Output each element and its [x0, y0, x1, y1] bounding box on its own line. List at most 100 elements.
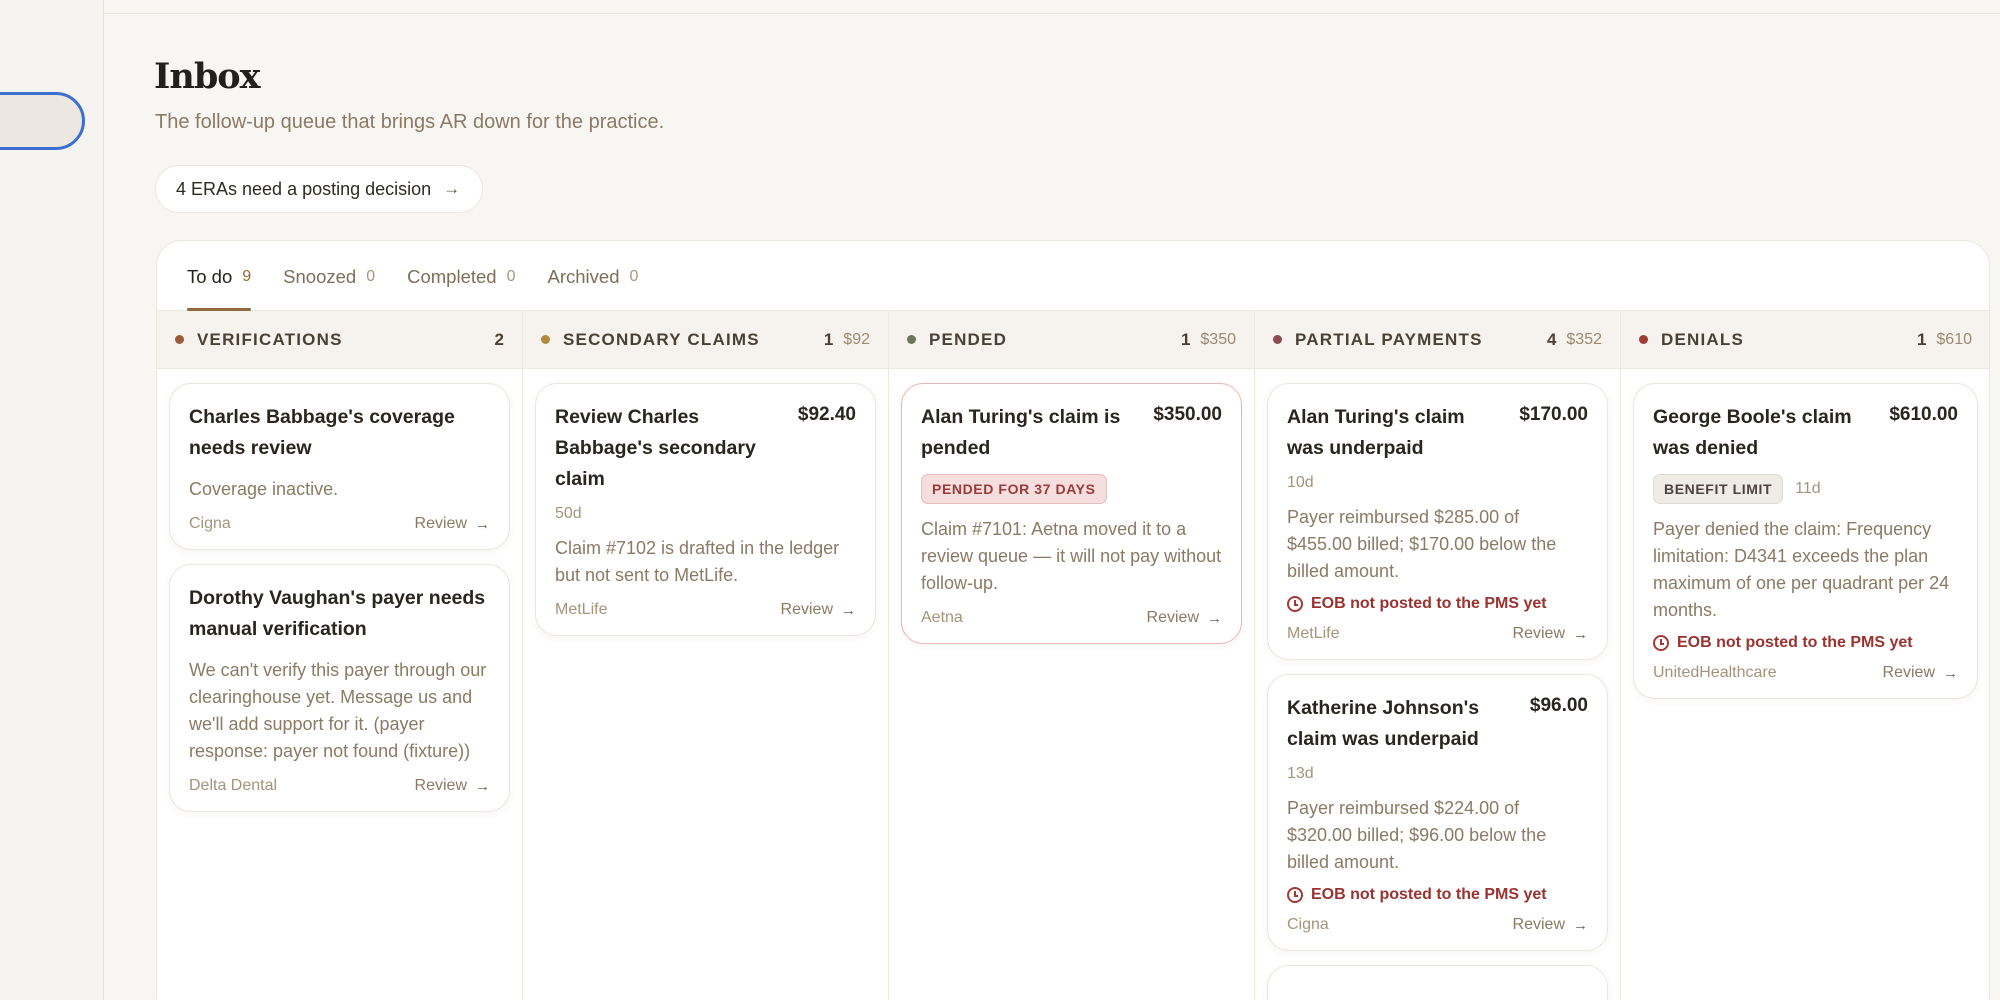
- column-amount: $352: [1566, 330, 1602, 348]
- card-list: Alan Turing's claim was underpaid $170.0…: [1255, 369, 1620, 1000]
- card-description: We can't verify this payer through our c…: [189, 660, 487, 761]
- arrow-right-icon: →: [1943, 664, 1958, 682]
- card-list: Review Charles Babbage's secondary claim…: [523, 369, 888, 650]
- card-age: 50d: [555, 505, 582, 522]
- card-list: Alan Turing's claim is pended $350.00 PE…: [889, 369, 1254, 658]
- review-button[interactable]: Review →: [1513, 916, 1588, 934]
- sidebar-active-item[interactable]: [0, 92, 85, 150]
- top-divider: [104, 0, 2000, 14]
- review-button[interactable]: Review →: [781, 601, 856, 619]
- column-amount: $92: [843, 330, 870, 348]
- card-payer: MetLife: [555, 601, 608, 618]
- tab-label: Completed: [407, 266, 497, 287]
- tab-count: 0: [366, 268, 376, 285]
- review-button[interactable]: Review →: [415, 515, 490, 533]
- card-amount: $350.00: [1153, 404, 1222, 425]
- tab-label: To do: [187, 266, 233, 287]
- review-button[interactable]: Review →: [1883, 664, 1958, 682]
- eob-warning: EOB not posted to the PMS yet: [1653, 634, 1958, 652]
- card-payer: Cigna: [1287, 916, 1329, 933]
- page-subtitle: The follow-up queue that brings AR down …: [155, 111, 665, 133]
- tab-completed[interactable]: Completed 0: [407, 241, 516, 310]
- column-header: PENDED 1 $350: [889, 311, 1254, 369]
- task-card[interactable]: Alan Turing's claim was underpaid $170.0…: [1267, 383, 1608, 660]
- era-posting-alert-label: 4 ERAs need a posting decision: [176, 178, 432, 199]
- card-description: Coverage inactive.: [189, 479, 339, 499]
- column-header: SECONDARY CLAIMS 1 $92: [523, 311, 888, 369]
- column-name: VERIFICATIONS: [197, 329, 343, 349]
- review-label: Review: [1146, 609, 1199, 626]
- column-secondary-claims: SECONDARY CLAIMS 1 $92 Review Charles Ba…: [523, 311, 889, 1000]
- era-posting-alert-button[interactable]: 4 ERAs need a posting decision →: [155, 165, 484, 213]
- review-label: Review: [414, 777, 467, 794]
- column-amount: $350: [1200, 330, 1236, 348]
- tab-label: Archived: [547, 266, 620, 287]
- clock-icon: [1287, 596, 1303, 612]
- tab-count: 0: [506, 268, 516, 285]
- card-description: Claim #7101: Aetna moved it to a review …: [921, 519, 1222, 593]
- column-name: PENDED: [929, 329, 1008, 349]
- card-description: Payer reimbursed $285.00 of $455.00 bill…: [1287, 507, 1557, 581]
- review-label: Review: [414, 515, 467, 532]
- review-label: Review: [1882, 664, 1935, 681]
- task-card[interactable]: Review Charles Babbage's secondary claim…: [535, 383, 876, 636]
- column-header: DENIALS 1 $610: [1621, 311, 1989, 369]
- card-title: George Boole's claim was denied: [1653, 406, 1852, 459]
- status-badge: PENDED FOR 37 DAYS: [921, 474, 1107, 504]
- card-title: Charles Babbage's coverage needs review: [189, 406, 455, 459]
- task-card[interactable]: George Boole's claim was denied $610.00 …: [1633, 383, 1978, 699]
- card-age: 11d: [1795, 480, 1821, 497]
- status-dot-icon: [1273, 335, 1282, 344]
- card-list: Charles Babbage's coverage needs review …: [157, 369, 522, 826]
- tab-to-do[interactable]: To do 9: [187, 241, 252, 311]
- column-header: PARTIAL PAYMENTS 4 $352: [1255, 311, 1620, 369]
- card-amount: $610.00: [1889, 404, 1958, 425]
- card-payer: Aetna: [921, 609, 963, 626]
- arrow-right-icon: →: [475, 515, 490, 533]
- card-age: 13d: [1287, 765, 1314, 782]
- tab-label: Snoozed: [283, 266, 357, 287]
- column-count: 2: [494, 329, 504, 349]
- card-title: Review Charles Babbage's secondary claim: [555, 406, 756, 490]
- warning-text: EOB not posted to the PMS yet: [1311, 595, 1547, 612]
- card-title: Alan Turing's claim is pended: [921, 406, 1121, 459]
- task-card[interactable]: Katherine Johnson's claim was underpaid …: [1267, 674, 1608, 951]
- tab-bar: To do 9 Snoozed 0 Completed 0 Archived 0: [157, 241, 1989, 311]
- column-count: 1: [1916, 329, 1927, 349]
- card-title: Dorothy Vaughan's payer needs manual ver…: [189, 587, 486, 640]
- status-dot-icon: [175, 335, 184, 344]
- review-button[interactable]: Review →: [1513, 625, 1588, 643]
- review-button[interactable]: Review →: [1147, 609, 1222, 627]
- status-dot-icon: [541, 335, 550, 344]
- card-description: Claim #7102 is drafted in the ledger but…: [555, 538, 840, 585]
- review-label: Review: [780, 601, 833, 618]
- task-card[interactable]: Dorothy Vaughan's payer needs manual ver…: [169, 564, 510, 812]
- card-title: Katherine Johnson's claim was underpaid: [1287, 697, 1480, 750]
- arrow-right-icon: →: [1207, 609, 1222, 627]
- column-denials: DENIALS 1 $610 George Boole's claim was …: [1621, 311, 1989, 1000]
- eob-warning: EOB not posted to the PMS yet: [1287, 595, 1588, 613]
- task-card[interactable]: [1267, 965, 1608, 1000]
- tab-snoozed[interactable]: Snoozed 0: [283, 241, 376, 310]
- status-dot-icon: [907, 335, 916, 344]
- warning-text: EOB not posted to the PMS yet: [1677, 634, 1913, 651]
- eob-warning: EOB not posted to the PMS yet: [1287, 886, 1588, 904]
- column-name: SECONDARY CLAIMS: [563, 329, 760, 349]
- tab-archived[interactable]: Archived 0: [547, 241, 639, 310]
- column-header: VERIFICATIONS 2: [157, 311, 522, 369]
- tab-count: 0: [629, 268, 639, 285]
- card-list: George Boole's claim was denied $610.00 …: [1621, 369, 1989, 713]
- column-name: DENIALS: [1661, 329, 1745, 349]
- task-card[interactable]: Charles Babbage's coverage needs review …: [169, 383, 510, 550]
- task-card[interactable]: Alan Turing's claim is pended $350.00 PE…: [901, 383, 1242, 644]
- column-verifications: VERIFICATIONS 2 Charles Babbage's covera…: [157, 311, 523, 1000]
- card-payer: Delta Dental: [189, 777, 278, 794]
- arrow-right-icon: →: [475, 777, 490, 795]
- review-button[interactable]: Review →: [415, 777, 490, 795]
- column-count: 1: [1180, 329, 1191, 349]
- card-title: Alan Turing's claim was underpaid: [1287, 406, 1465, 459]
- card-description: Payer reimbursed $224.00 of $320.00 bill…: [1287, 798, 1547, 872]
- review-label: Review: [1512, 625, 1565, 642]
- card-payer: Cigna: [189, 515, 231, 532]
- page-title: Inbox: [154, 56, 261, 97]
